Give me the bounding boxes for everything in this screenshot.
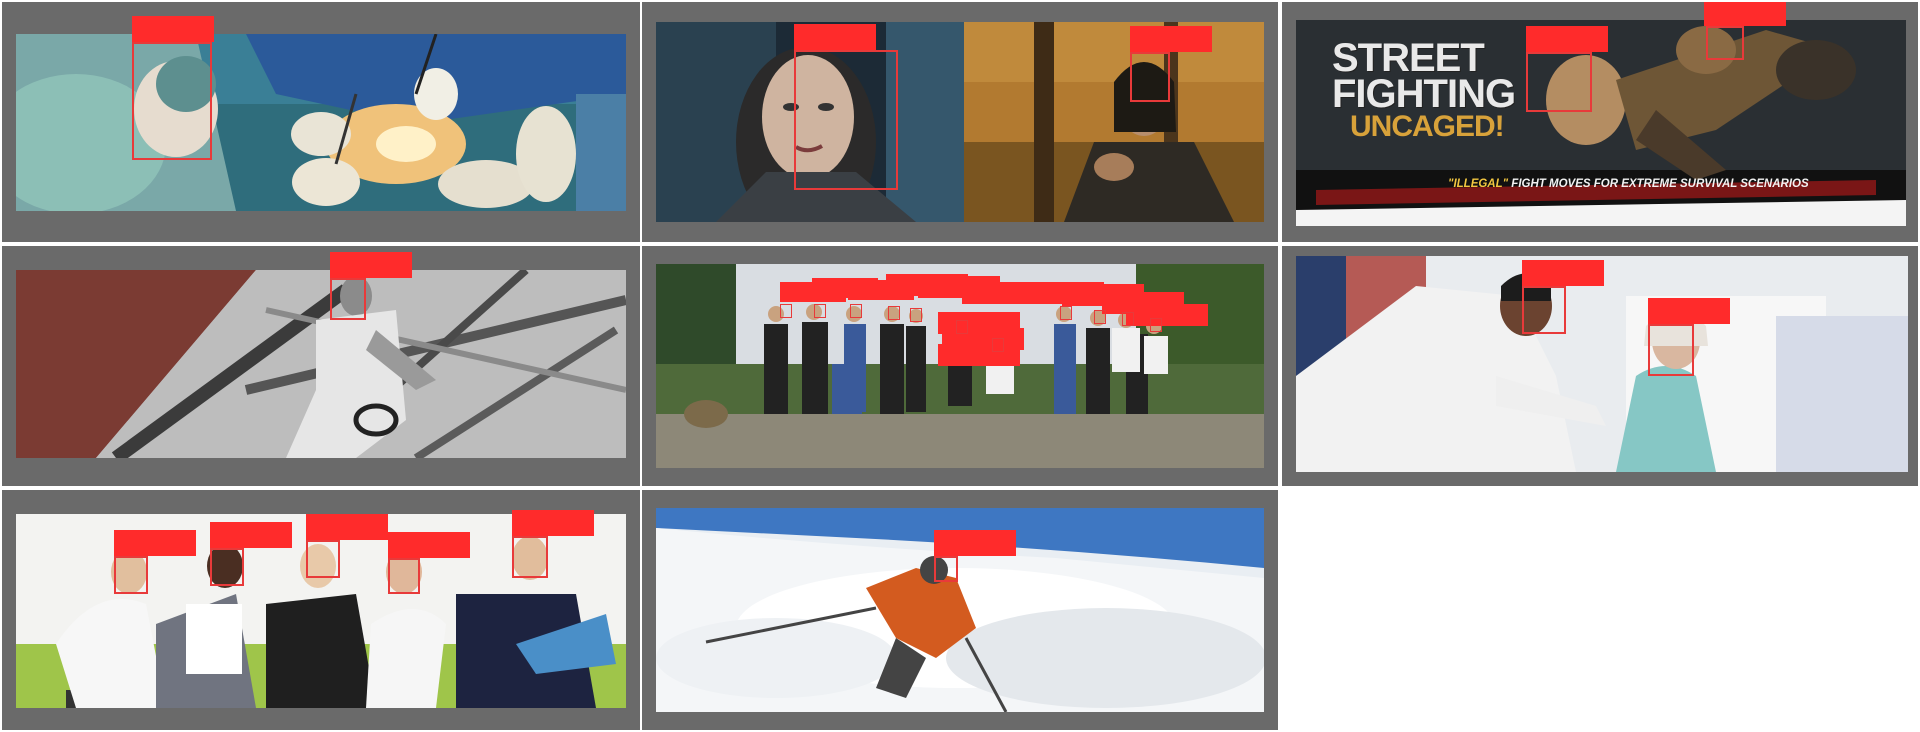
annotation-label bbox=[1130, 26, 1212, 52]
face-bounding-box bbox=[1094, 310, 1106, 324]
face-bounding-box bbox=[910, 308, 922, 322]
photo-surgery bbox=[16, 34, 626, 211]
annotation-label bbox=[1704, 2, 1786, 26]
annotation-label bbox=[1648, 298, 1730, 324]
face-bounding-box bbox=[1522, 286, 1566, 334]
face-bounding-box bbox=[888, 306, 900, 320]
annotation-label bbox=[330, 252, 412, 278]
photo-film-still-right bbox=[964, 22, 1264, 222]
face-bounding-box bbox=[956, 320, 968, 334]
face-bounding-box bbox=[330, 278, 366, 320]
tile-surgery bbox=[2, 2, 640, 242]
poster-tagline: "ILLEGAL" FIGHT MOVES FOR EXTREME SURVIV… bbox=[1448, 178, 1809, 190]
face-bounding-box bbox=[1130, 52, 1170, 102]
face-bounding-box bbox=[1122, 312, 1134, 326]
annotation-label bbox=[1126, 304, 1208, 326]
poster-subtitle: UNCAGED! bbox=[1350, 110, 1505, 143]
tile-street-fighting-poster: STREET FIGHTING UNCAGED! "ILLEGAL" FIGHT… bbox=[1282, 2, 1918, 242]
face-bounding-box bbox=[1150, 318, 1162, 332]
photo-attic-athlete bbox=[16, 270, 626, 458]
annotation-label bbox=[938, 344, 1020, 366]
poster-title-line2: FIGHTING bbox=[1332, 72, 1516, 116]
photo-doctor-patient bbox=[1296, 256, 1908, 472]
face-bounding-box bbox=[814, 304, 826, 318]
face-bounding-box bbox=[1706, 26, 1744, 60]
annotation-label bbox=[210, 522, 292, 548]
face-bounding-box bbox=[210, 548, 244, 586]
face-bounding-box bbox=[1648, 324, 1694, 376]
annotation-label bbox=[1526, 26, 1608, 52]
poster-tagline-rest: FIGHT MOVES FOR EXTREME SURVIVAL SCENARI… bbox=[1508, 178, 1809, 190]
annotation-label bbox=[1522, 260, 1604, 286]
face-bounding-box bbox=[794, 50, 898, 190]
face-bounding-box bbox=[306, 540, 340, 578]
annotation-label bbox=[512, 510, 594, 536]
tile-attic-athlete bbox=[2, 246, 640, 486]
annotation-label bbox=[388, 532, 470, 558]
tile-film-stills bbox=[642, 2, 1278, 242]
face-bounding-box bbox=[512, 536, 548, 578]
tile-skier bbox=[642, 490, 1278, 730]
tile-office-sofa bbox=[2, 490, 640, 730]
annotation-label bbox=[934, 530, 1016, 556]
face-bounding-box bbox=[850, 304, 862, 318]
face-bounding-box bbox=[992, 338, 1004, 352]
face-bounding-box bbox=[1060, 306, 1072, 320]
face-bounding-box bbox=[114, 556, 148, 594]
face-bounding-box bbox=[780, 304, 792, 318]
annotation-label bbox=[794, 24, 876, 50]
tile-group-outdoors bbox=[642, 246, 1278, 486]
annotation-label bbox=[132, 16, 214, 42]
face-bounding-box bbox=[388, 558, 420, 594]
annotation-label bbox=[114, 530, 196, 556]
tile-doctor-patient bbox=[1282, 246, 1918, 486]
face-bounding-box bbox=[132, 42, 212, 160]
face-bounding-box bbox=[1526, 52, 1592, 112]
face-bounding-box bbox=[934, 556, 958, 582]
annotation-label bbox=[306, 514, 388, 540]
poster-tagline-highlight: "ILLEGAL" bbox=[1448, 178, 1509, 190]
